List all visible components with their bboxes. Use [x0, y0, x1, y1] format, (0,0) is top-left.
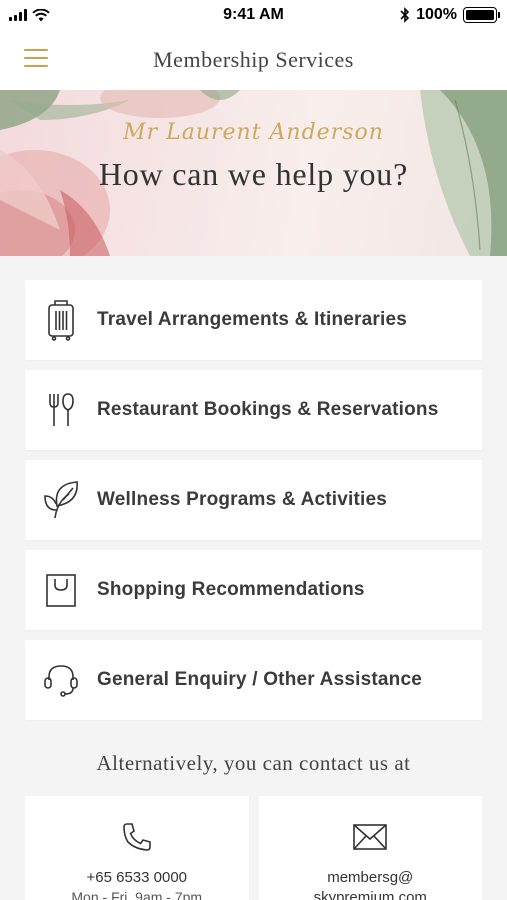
battery-fill: [466, 10, 494, 20]
service-label: Wellness Programs & Activities: [97, 489, 388, 510]
hero-question: How can we help you?: [98, 156, 409, 192]
phone-hours: Mon - Fri, 9am - 7pm: [71, 889, 203, 900]
envelope-icon: [259, 820, 483, 854]
service-restaurant[interactable]: Restaurant Bookings & Reservations: [25, 370, 482, 450]
wifi-icon: [32, 8, 50, 21]
status-left: [9, 8, 50, 22]
page-title: Membership Services: [153, 47, 354, 72]
service-label: Restaurant Bookings & Reservations: [97, 399, 439, 420]
member-name: Mr Laurent Anderson: [123, 120, 384, 145]
phone-icon: [25, 820, 249, 854]
email-line-2: skypremium.com: [313, 889, 427, 900]
service-label: Shopping Recommendations: [97, 579, 365, 600]
service-list: Travel Arrangements & Itineraries Restau…: [0, 256, 507, 720]
battery-percentage: 100%: [416, 6, 457, 23]
service-general-enquiry[interactable]: General Enquiry / Other Assistance: [25, 640, 482, 720]
phone-number: +65 6533 0000: [86, 869, 188, 886]
luggage-icon: [43, 299, 79, 341]
bluetooth-icon: [400, 7, 410, 23]
signal-icon: [9, 9, 27, 21]
contact-heading: Alternatively, you can contact us at: [96, 751, 411, 775]
email-line-1: membersg@: [327, 869, 414, 886]
service-label: General Enquiry / Other Assistance: [97, 669, 422, 690]
status-bar: 9:41 AM 100%: [0, 0, 507, 30]
leaf-icon: [43, 479, 79, 521]
service-travel[interactable]: Travel Arrangements & Itineraries: [25, 280, 482, 360]
service-label: Travel Arrangements & Itineraries: [97, 309, 408, 330]
hamburger-menu-icon[interactable]: [24, 49, 48, 69]
shopping-bag-icon: [43, 569, 79, 611]
contact-email-card[interactable]: membersg@ skypremium.com: [258, 796, 483, 900]
contact-options: +65 6533 0000 Mon - Fri, 9am - 7pm membe…: [0, 796, 507, 900]
battery-icon: [463, 7, 500, 23]
contact-phone-card[interactable]: +65 6533 0000 Mon - Fri, 9am - 7pm: [25, 796, 249, 900]
hero-banner: Mr Laurent Anderson How can we help you?: [0, 90, 507, 256]
service-wellness[interactable]: Wellness Programs & Activities: [25, 460, 482, 540]
headset-icon: [43, 659, 79, 701]
status-right: 100%: [400, 6, 500, 24]
nav-header: Membership Services: [0, 30, 507, 90]
cutlery-icon: [43, 389, 79, 431]
service-shopping[interactable]: Shopping Recommendations: [25, 550, 482, 630]
